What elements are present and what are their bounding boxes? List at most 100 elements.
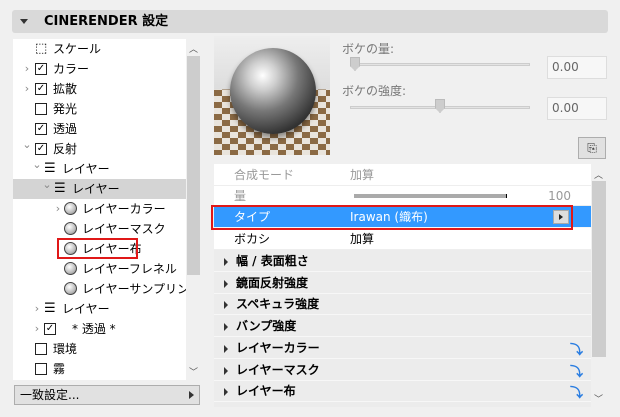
tree-item[interactable]: › ✓ カラー [13,59,186,79]
tree-item[interactable]: › レイヤーカラー [13,199,186,219]
tree-item-label: * 透過 * [72,322,116,336]
tree-item-label: 反射 [53,142,78,156]
amount-slider-fill [354,194,507,198]
tree-item[interactable]: ✓ 透過 [13,119,186,139]
bokeh-strength-slider-thumb[interactable] [435,99,445,113]
checkbox[interactable]: ✓ [35,143,47,155]
chevron-right-icon[interactable]: › [22,59,32,79]
layers-icon: ☰ [54,181,66,196]
tree-item-label: レイヤーマスク [82,222,166,236]
tree-item[interactable]: ⬚ スケール [13,39,186,59]
export-icon: ⎘ [587,141,597,155]
amount-label: 量 [234,189,247,203]
row-amount[interactable]: 量 100 [214,186,591,206]
tree-item-label: レイヤーカラー [82,202,166,216]
collapse-triangle-icon [20,19,28,24]
group-label: スペキュラ強度 [236,297,320,312]
chevron-right-icon[interactable]: › [53,199,63,219]
bokeh-amount-slider-thumb[interactable] [350,57,360,71]
cinerender-settings-header[interactable]: CINERENDER 設定 [12,10,608,33]
highlight-box-layer-cloth [57,238,138,259]
bokeh-strength-input[interactable]: 0.00 [547,97,607,120]
tree-item[interactable]: › ✓ 拡散 [13,79,186,99]
sphere-icon [64,262,77,275]
tree-item-label: 環境 [53,342,78,356]
arrow-right-icon [189,391,194,399]
property-group[interactable]: レイヤーカラー ⤵ [214,337,591,359]
sphere-icon [64,222,77,235]
row-blur[interactable]: ボカシ 加算 [214,228,591,250]
bokeh-amount-input[interactable]: 0.00 [547,56,607,79]
property-scroll-thumb[interactable] [592,181,606,357]
property-group[interactable]: バンプ強度 [214,315,591,338]
checkbox[interactable] [35,103,47,115]
tree-item[interactable]: 環境 [13,339,186,359]
tree-item[interactable]: レイヤーマスク [13,219,186,239]
scroll-down-icon[interactable]: ﹀ [591,392,606,405]
amount-slider[interactable] [354,194,507,198]
sphere-icon [64,202,77,215]
expand-triangle-icon[interactable] [224,301,228,310]
match-settings-button[interactable]: 一致設定... [14,385,200,405]
scroll-down-icon[interactable]: ﹀ [186,365,201,378]
amount-value: 100 [548,189,571,203]
group-label: バンプ強度 [236,319,297,334]
tree-item[interactable]: › ✓ * 透過 * [13,319,186,339]
expand-triangle-icon[interactable] [224,344,228,353]
expand-triangle-icon[interactable] [224,388,228,397]
bokeh-amount-slider[interactable] [350,63,530,66]
tree-item-label: レイヤー [62,162,110,176]
expand-triangle-icon[interactable] [224,279,228,288]
checkbox[interactable]: ✓ [35,123,47,135]
chevron-right-icon[interactable]: › [22,79,32,99]
match-settings-label: 一致設定... [20,388,80,402]
tree-item[interactable]: レイヤーフレネル [13,259,186,279]
row-blend-mode[interactable]: 合成モード 加算 [214,164,591,186]
blur-label: ボカシ [234,232,271,246]
sphere-icon [64,282,77,295]
checkbox[interactable] [35,343,47,355]
tree-item[interactable]: 発光 [13,99,186,119]
expand-triangle-icon[interactable] [224,258,228,266]
property-group[interactable]: 幅 / 表面粗さ [214,250,591,272]
bokeh-amount-label: ボケの量: [342,42,395,56]
checkbox[interactable] [35,363,47,375]
tree-item[interactable]: レイヤーサンプリング [13,279,186,299]
tree-item[interactable]: ⌄ ☰ レイヤー [13,158,186,179]
tree-scroll-thumb[interactable] [187,56,200,275]
chevron-down-icon[interactable]: ⌄ [32,155,42,175]
group-label: レイヤーマスク [236,362,320,377]
tree-item[interactable]: 霧 [13,359,186,379]
property-group[interactable]: スペキュラ強度 [214,293,591,316]
chevron-down-icon[interactable]: ⌄ [42,175,52,195]
import-layer-icon[interactable]: ⤵ [570,383,583,405]
checkbox[interactable]: ✓ [35,63,47,75]
checkbox[interactable]: ✓ [35,83,47,95]
tree-item[interactable]: › ☰ レイヤー [13,299,186,319]
tree-item-label: レイヤーサンプリング [82,282,186,296]
property-group[interactable]: レイヤー布 ⤵ [214,380,591,405]
chevron-right-icon[interactable]: › [32,299,42,319]
scroll-up-icon[interactable]: ︿ [186,42,201,55]
chevron-right-icon[interactable]: › [32,319,42,339]
group-label: 幅 / 表面粗さ [236,254,309,268]
scale-icon: ⬚ [35,41,48,56]
tree-item[interactable]: ⌄ ☰ レイヤー [13,178,186,199]
expand-triangle-icon[interactable] [224,323,228,332]
tree-item-label: 霧 [53,362,66,376]
property-group[interactable]: レイヤーマスク ⤵ [214,359,591,381]
checkbox[interactable]: ✓ [44,323,56,335]
tree-item-label: カラー [53,62,90,76]
expand-triangle-icon[interactable] [224,366,228,375]
bokeh-strength-label: ボケの強度: [342,84,407,98]
chevron-down-icon[interactable]: ⌄ [22,135,32,155]
scroll-up-icon[interactable]: ︿ [591,168,606,181]
preview-sphere [230,48,316,134]
blur-value[interactable]: 加算 [350,228,374,250]
group-label: 鏡面反射強度 [236,275,309,290]
property-group[interactable]: 鏡面反射強度 [214,272,591,294]
material-preview [214,36,330,155]
blend-mode-value[interactable]: 加算 [350,164,374,186]
export-settings-button[interactable]: ⎘ [578,137,606,159]
highlight-box-type [211,205,573,230]
